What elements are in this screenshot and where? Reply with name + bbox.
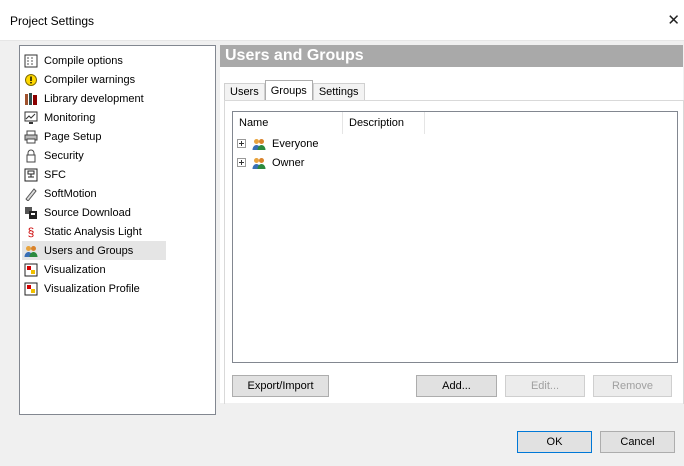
edit-button[interactable]: Edit... bbox=[505, 375, 585, 397]
expand-icon[interactable] bbox=[237, 139, 246, 148]
tab-groups[interactable]: Groups bbox=[264, 80, 313, 101]
group-name: Owner bbox=[272, 156, 305, 169]
sidebar-item-page-setup[interactable]: Page Setup bbox=[22, 127, 166, 146]
library-icon bbox=[24, 92, 38, 106]
softmotion-icon bbox=[24, 187, 38, 201]
sidebar-item-visualization[interactable]: Visualization bbox=[22, 260, 166, 279]
sidebar-item-softmotion[interactable]: SoftMotion bbox=[22, 184, 166, 203]
tab-users[interactable]: Users bbox=[224, 83, 265, 101]
sidebar-item-label: Users and Groups bbox=[44, 244, 134, 257]
sidebar-item-library-development[interactable]: Library development bbox=[22, 89, 166, 108]
sidebar-item-label: Static Analysis Light bbox=[44, 225, 142, 238]
sidebar-item-security[interactable]: Security bbox=[22, 146, 166, 165]
expand-icon[interactable] bbox=[237, 158, 246, 167]
page-title: Users and Groups bbox=[220, 45, 683, 67]
ok-button[interactable]: OK bbox=[517, 431, 592, 453]
lock-icon bbox=[24, 149, 38, 163]
close-icon[interactable]: ✕ bbox=[667, 11, 680, 29]
section-sign-icon: § bbox=[27, 224, 35, 239]
users-icon bbox=[24, 244, 38, 258]
users-icon bbox=[252, 137, 266, 151]
remove-button[interactable]: Remove bbox=[593, 375, 672, 397]
warning-icon bbox=[24, 73, 38, 87]
sidebar-item-label: Visualization bbox=[44, 263, 106, 276]
sidebar-item-label: SFC bbox=[44, 168, 66, 181]
settings-page: Users and Groups Users Groups Settings N… bbox=[220, 45, 684, 404]
sidebar-item-source-download[interactable]: Source Download bbox=[22, 203, 166, 222]
column-header-description[interactable]: Description bbox=[343, 112, 425, 134]
users-icon bbox=[252, 156, 266, 170]
tree-node-owner[interactable]: Owner bbox=[233, 153, 677, 172]
sidebar-item-sfc[interactable]: SFC bbox=[22, 165, 166, 184]
sidebar-item-label: Visualization Profile bbox=[44, 282, 140, 295]
cancel-button[interactable]: Cancel bbox=[600, 431, 675, 453]
sidebar-item-label: Security bbox=[44, 149, 84, 162]
tab-settings[interactable]: Settings bbox=[312, 83, 365, 101]
add-button[interactable]: Add... bbox=[416, 375, 497, 397]
export-import-button[interactable]: Export/Import bbox=[232, 375, 329, 397]
sidebar-item-visualization-profile[interactable]: Visualization Profile bbox=[22, 279, 166, 298]
sidebar-item-monitoring[interactable]: Monitoring bbox=[22, 108, 166, 127]
sidebar-item-label: Compile options bbox=[44, 54, 123, 67]
visualization-profile-icon bbox=[24, 282, 38, 296]
source-download-icon bbox=[24, 206, 38, 220]
monitoring-icon bbox=[24, 111, 38, 125]
printer-icon bbox=[24, 130, 38, 144]
sidebar-item-compile-options[interactable]: Compile options bbox=[22, 51, 166, 70]
sidebar-item-compiler-warnings[interactable]: Compiler warnings bbox=[22, 70, 166, 89]
dialog-body: Compile options Compiler warnings Librar… bbox=[0, 41, 684, 466]
visualization-icon bbox=[24, 263, 38, 277]
settings-category-list: Compile options Compiler warnings Librar… bbox=[19, 45, 216, 415]
group-name: Everyone bbox=[272, 137, 319, 150]
sidebar-item-users-and-groups[interactable]: Users and Groups bbox=[22, 241, 166, 260]
tab-strip: Users Groups Settings bbox=[224, 80, 365, 101]
window-title: Project Settings bbox=[10, 14, 95, 28]
sidebar-item-label: Monitoring bbox=[44, 111, 96, 124]
tree-header: Name Description bbox=[233, 112, 677, 134]
groups-panel: Name Description Everyone Owner Export/I… bbox=[224, 100, 684, 404]
sidebar-item-label: Library development bbox=[44, 92, 144, 105]
sidebar-item-label: Compiler warnings bbox=[44, 73, 136, 86]
column-header-name[interactable]: Name bbox=[233, 112, 343, 134]
sfc-icon bbox=[24, 168, 38, 182]
title-bar: Project Settings ✕ bbox=[0, 0, 684, 41]
compile-options-icon bbox=[24, 54, 38, 68]
sidebar-item-static-analysis-light[interactable]: § Static Analysis Light bbox=[22, 222, 166, 241]
sidebar-item-label: Page Setup bbox=[44, 130, 102, 143]
groups-tree[interactable]: Name Description Everyone Owner bbox=[232, 111, 678, 363]
sidebar-item-label: Source Download bbox=[44, 206, 131, 219]
sidebar-item-label: SoftMotion bbox=[44, 187, 97, 200]
tree-node-everyone[interactable]: Everyone bbox=[233, 134, 677, 153]
